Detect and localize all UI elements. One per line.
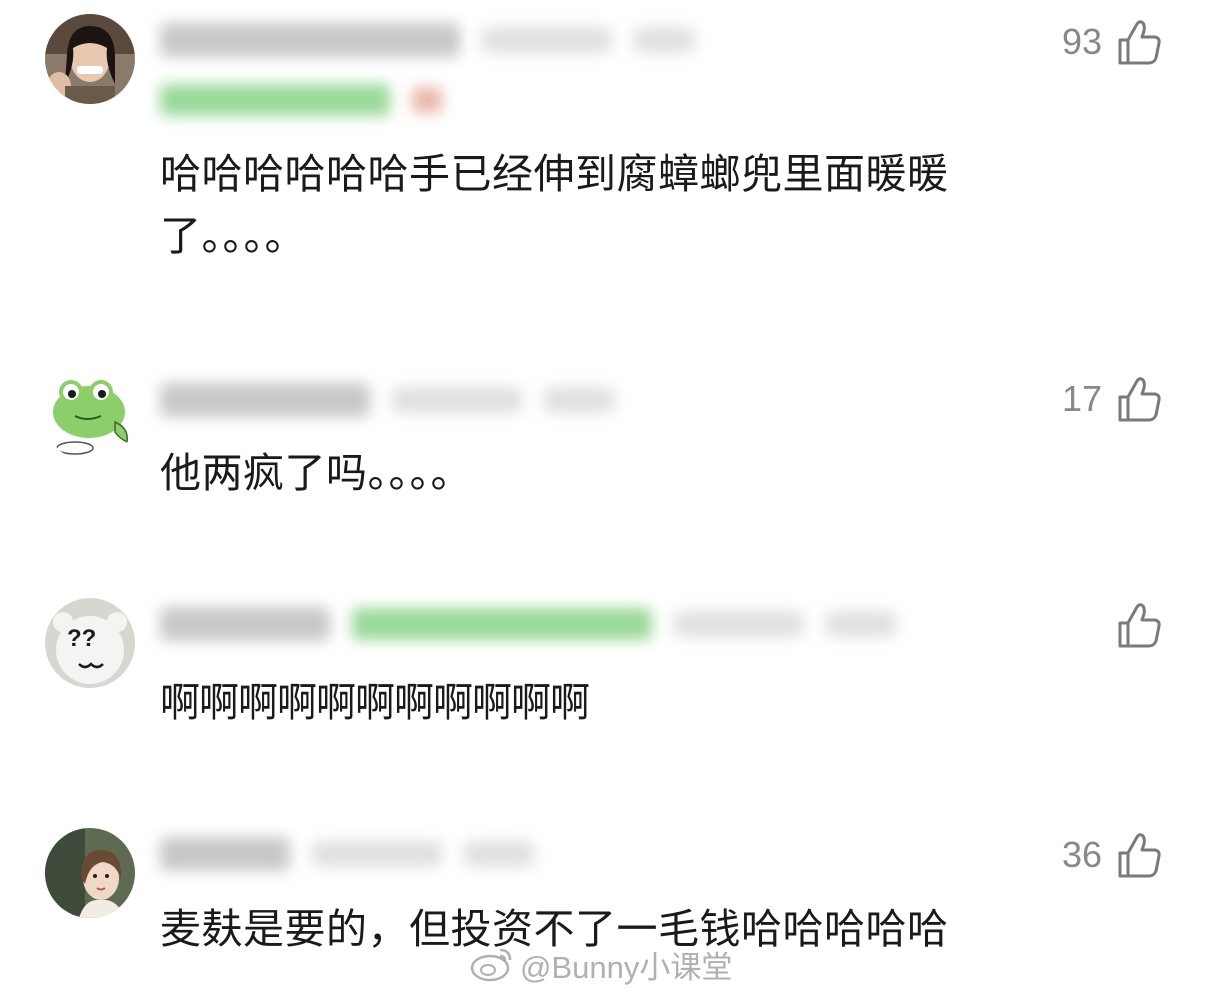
avatar[interactable]: [45, 828, 135, 918]
watermark-text: @Bunny小课堂: [520, 949, 733, 985]
like-count: 17: [1061, 378, 1102, 419]
watermark: @Bunny小课堂: [470, 940, 732, 988]
like-button[interactable]: 36: [1062, 829, 1162, 881]
blurred-badge-row: [160, 76, 442, 124]
thumbs-up-icon: [1118, 833, 1161, 878]
blurred-username-row: [160, 830, 534, 878]
avatar[interactable]: [45, 372, 135, 462]
comment-text: 啊啊啊啊啊啊啊啊啊啊啊: [160, 680, 590, 726]
thumbs-up-icon: [1118, 20, 1161, 65]
weibo-logo-icon: [470, 948, 512, 982]
like-button[interactable]: [1102, 599, 1162, 651]
like-button[interactable]: 17: [1062, 373, 1162, 425]
thumbs-up-icon: [1118, 603, 1161, 648]
blurred-username-row: [160, 376, 614, 424]
like-button[interactable]: 93: [1062, 16, 1162, 68]
avatar[interactable]: ??: [45, 598, 135, 688]
blurred-username-row: [160, 16, 694, 64]
svg-text:??: ??: [67, 625, 96, 652]
thumbs-up-icon: [1118, 377, 1161, 422]
like-count: 93: [1061, 21, 1102, 62]
comment-text: 他两疯了吗。。。。: [160, 449, 472, 497]
blurred-username-row: [160, 600, 896, 648]
comment-text: 哈哈哈哈哈哈手已经伸到腐蟑螂兜里面暖暖了。。。。: [160, 150, 949, 260]
like-count: 36: [1061, 834, 1102, 875]
avatar[interactable]: [45, 14, 135, 104]
